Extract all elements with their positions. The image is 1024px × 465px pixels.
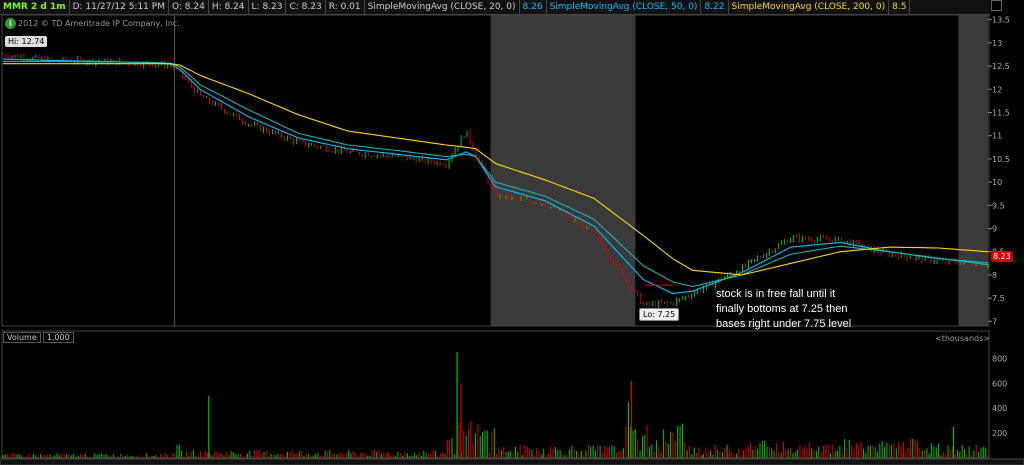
volume-tick-label: 600 [992,379,1007,388]
price-tick-label: 7 [992,317,997,326]
sma200-label[interactable]: SimpleMovingAvg (CLOSE, 200, 0) [729,0,890,14]
price-tick-label: 11.5 [992,108,1010,117]
low-label: L: 8.23 [249,0,287,14]
sma50-label[interactable]: SimpleMovingAvg (CLOSE, 50, 0) [547,0,702,14]
price-tick-label: 9.5 [992,201,1005,210]
volume-units: <thousands> [935,334,990,343]
last-price-tag: 8.23 [991,251,1013,262]
sma200-value: 8.5 [889,0,911,14]
annotation-text: stock is in free fall until it finally b… [716,288,852,330]
datetime-label: D: 11/27/12 5:11 PM [70,0,169,14]
info-icon[interactable]: i [5,18,16,29]
price-tick-label: 12.5 [992,62,1010,71]
sma50-value: 8.22 [701,0,729,14]
sma20-value: 8.26 [520,0,547,14]
price-tick-label: 11 [992,132,1002,141]
after-hours-shade [490,15,636,326]
volume-tick-label: 800 [992,354,1007,363]
copyright-text: 2012 © TD Ameritrade IP Company, Inc. [18,19,180,28]
high-label: H: 8.24 [209,0,249,14]
open-label: O: 8.24 [169,0,209,14]
volume-tick-label: 200 [992,429,1007,438]
volume-panel-border [1,330,990,459]
price-tick-label: 9 [992,225,997,234]
low-bubble: Lo: 7.25 [639,308,680,321]
bottom-strip [0,458,1024,465]
price-tick-label: 13 [992,39,1002,48]
price-tick-label: 10.5 [992,155,1010,164]
sma20-label[interactable]: SimpleMovingAvg (CLOSE, 20, 0) [365,0,520,14]
price-tick-label: 13.5 [992,16,1010,25]
range-label: R: 0.01 [326,0,365,14]
price-tick-label: 10 [992,178,1002,187]
high-bubble: Hi: 12.74 [5,36,48,47]
panel-corner-box[interactable] [991,0,1002,11]
after-hours-shade [958,15,988,326]
chart-canvas: 13.51312.51211.51110.5109.598.587.572004… [0,14,1024,465]
volume-header: Volume 1,000 [3,332,76,343]
price-tick-label: 12 [992,85,1002,94]
close-label: C: 8.23 [286,0,326,14]
price-tick-label: 8 [992,271,997,280]
volume-scale: 1,000 [42,332,74,343]
volume-label[interactable]: Volume [3,332,41,343]
header-bar: MMR 2 d 1m D: 11/27/12 5:11 PM O: 8.24 H: 8… [0,0,990,15]
symbol-label[interactable]: MMR 2 d 1m [0,0,70,14]
volume-tick-label: 400 [992,404,1007,413]
price-tick-label: 7.5 [992,294,1005,303]
